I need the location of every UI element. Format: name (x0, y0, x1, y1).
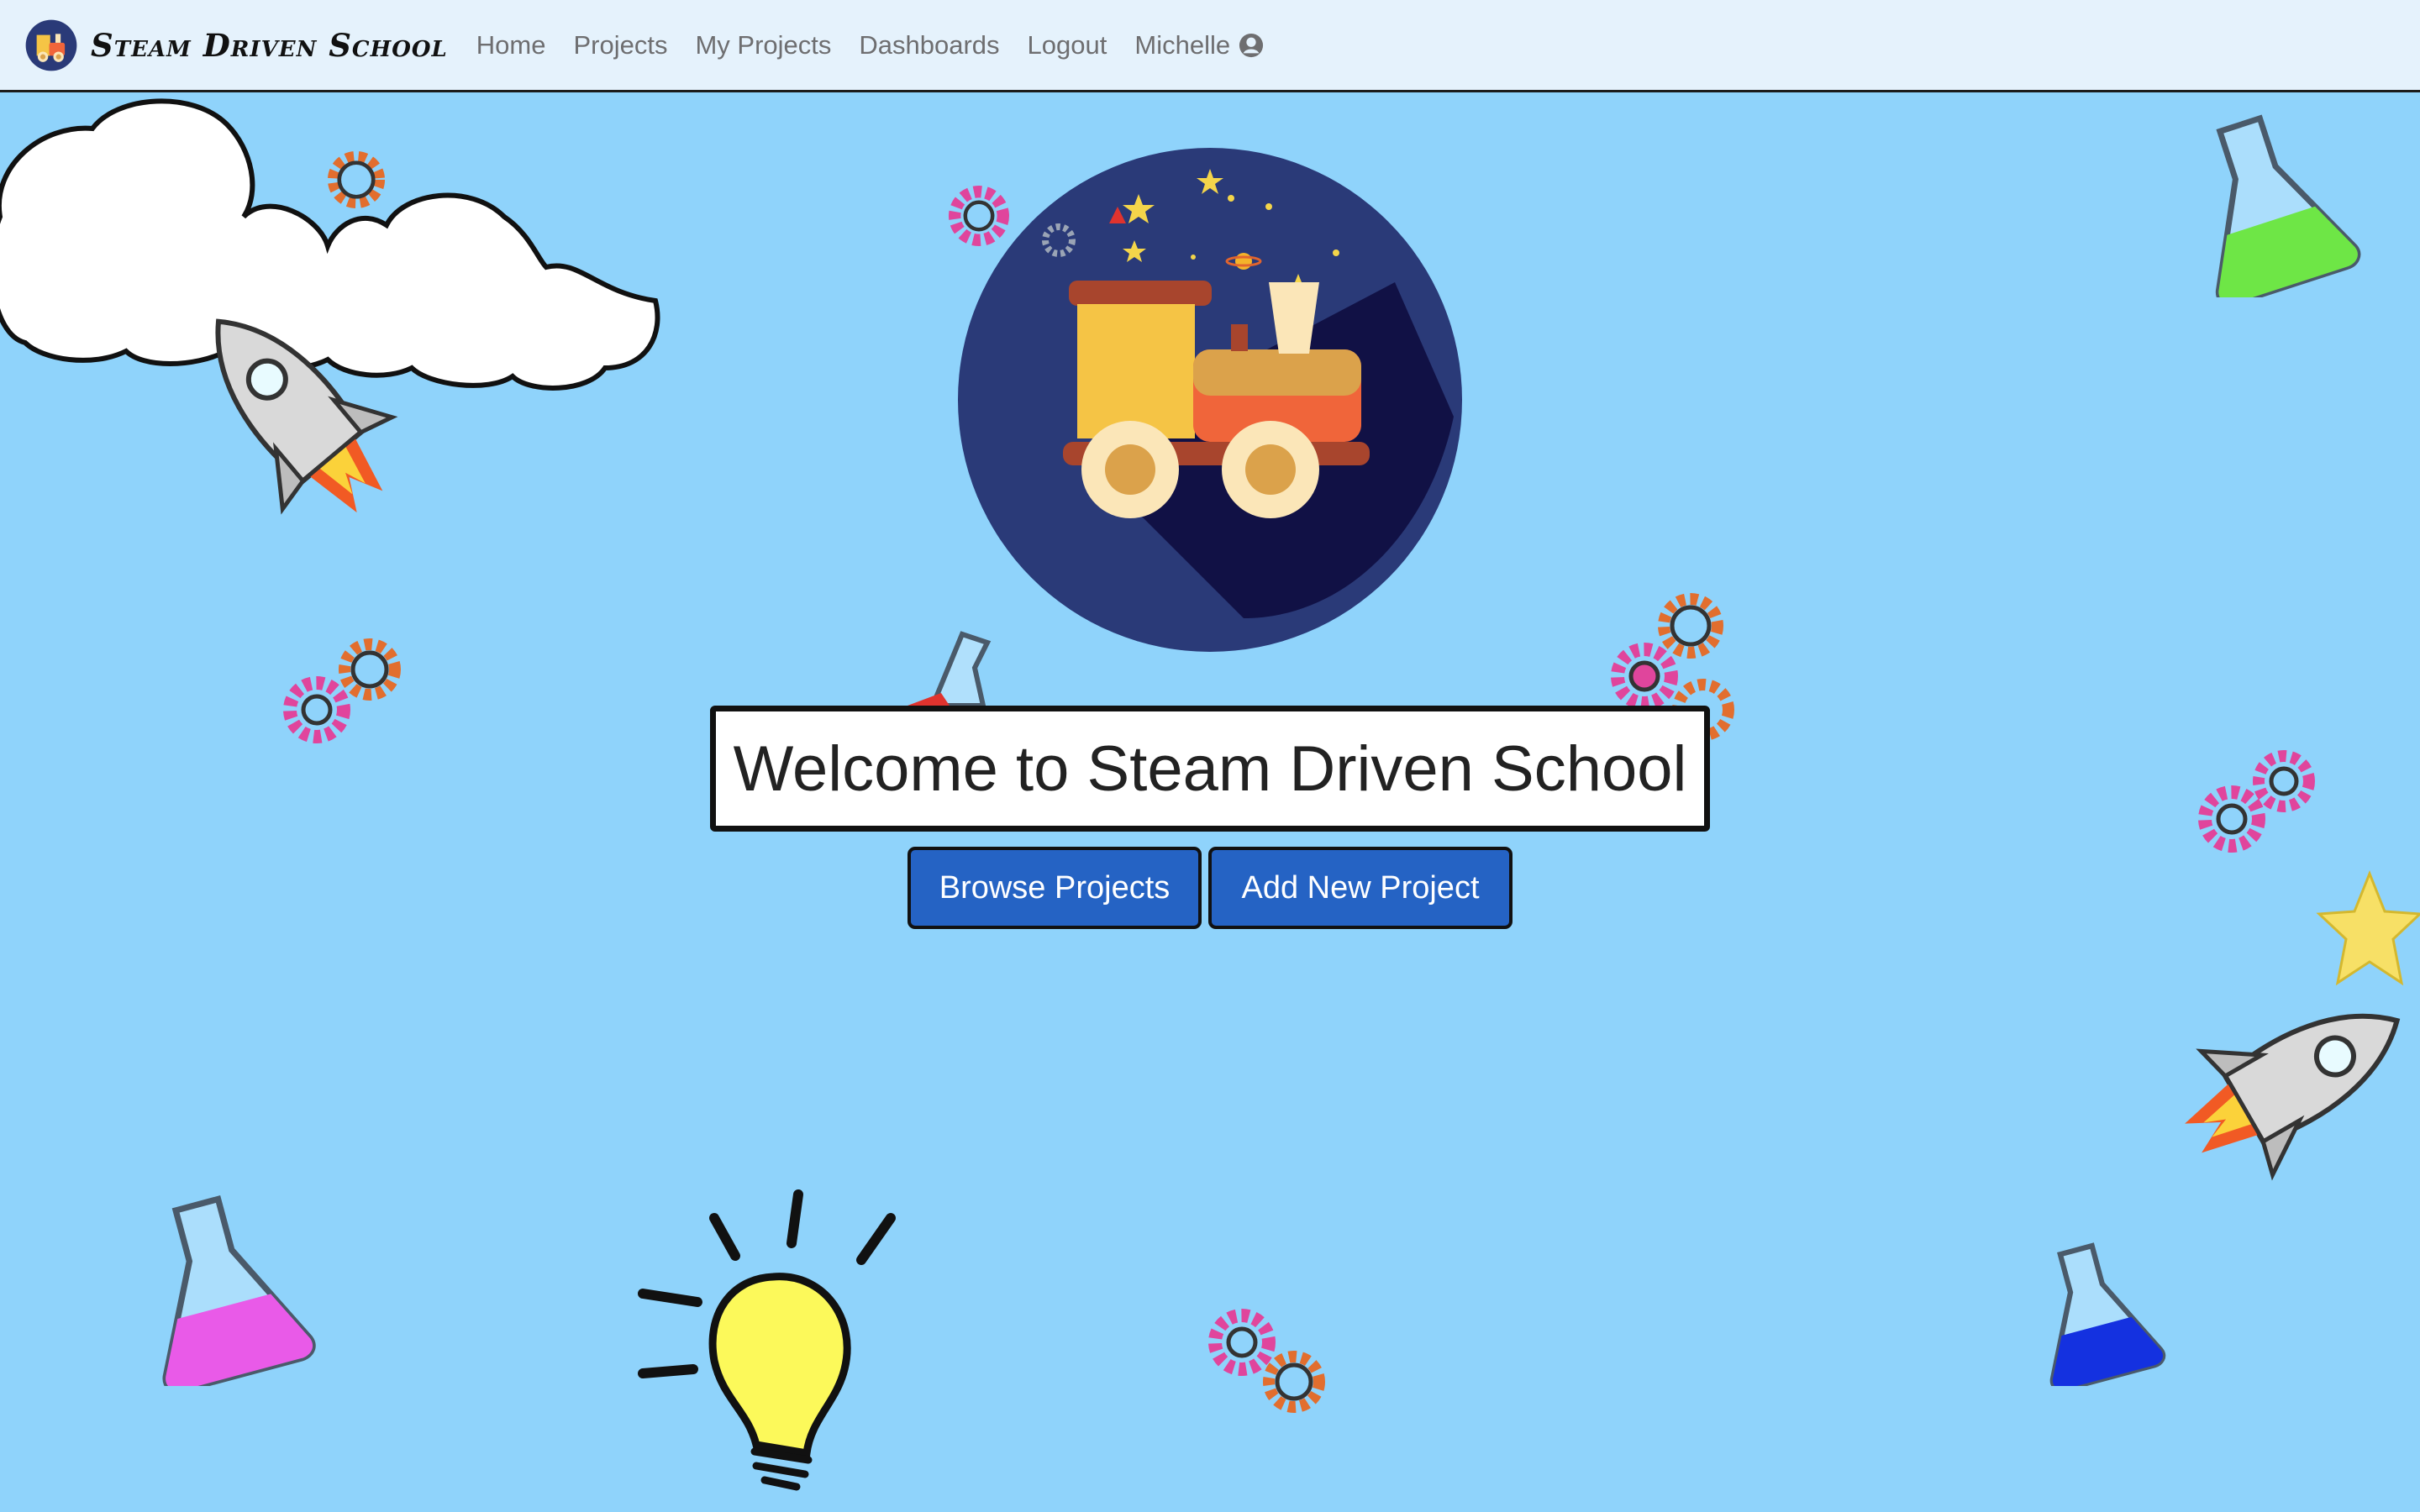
browse-projects-button[interactable]: Browse Projects (908, 847, 1202, 929)
train-logo-icon (958, 148, 1462, 652)
brand-name: Steam Driven School (91, 26, 448, 64)
lightbulb-icon (638, 1189, 896, 1491)
user-name: Michelle (1134, 29, 1231, 60)
nav-my-projects[interactable]: My Projects (695, 30, 831, 60)
rocket-icon (215, 318, 398, 515)
nav-links: Home Projects My Projects Dashboards Log… (476, 30, 1292, 60)
nav-home[interactable]: Home (476, 30, 546, 60)
nav-dashboards[interactable]: Dashboards (859, 30, 999, 60)
nav-logout[interactable]: Logout (1028, 30, 1107, 60)
nav-projects[interactable]: Projects (573, 30, 667, 60)
rocket-icon (2185, 1013, 2401, 1181)
user-circle-icon (1239, 33, 1264, 57)
gear-icon (327, 150, 386, 209)
gear-icon (283, 638, 401, 743)
page-title: Welcome to Steam Driven School (733, 732, 1687, 805)
brand-link[interactable]: Steam Driven School (25, 19, 448, 71)
navbar: Steam Driven School Home Projects My Pro… (0, 0, 2420, 92)
train-logo-icon (25, 19, 77, 71)
welcome-banner: Welcome to Steam Driven School (710, 706, 1710, 832)
flask-icon (162, 1195, 316, 1386)
nav-user[interactable]: Michelle (1134, 30, 1264, 60)
flask-icon (2049, 1242, 2166, 1386)
gear-icon (1208, 1309, 1325, 1413)
add-new-project-button[interactable]: Add New Project (1208, 847, 1512, 929)
flask-icon (2215, 114, 2361, 297)
gear-icon (2198, 750, 2315, 853)
